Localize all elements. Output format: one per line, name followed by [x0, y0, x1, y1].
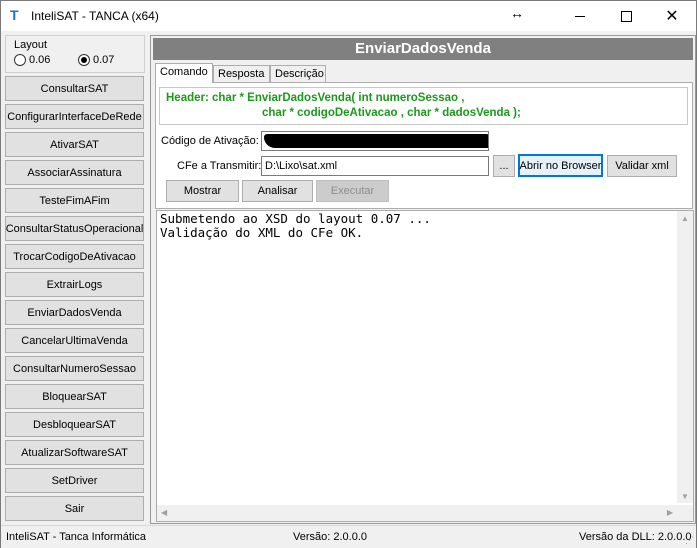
header-line-2: char * codigoDeAtivacao , char * dadosVe… — [262, 107, 521, 119]
radio-layout-007[interactable]: 0.07 — [78, 54, 114, 66]
tab-comando[interactable]: Comando — [155, 63, 213, 83]
size-grip-icon[interactable]: ⋰ — [685, 535, 694, 546]
scroll-up-icon[interactable]: ▲ — [681, 214, 689, 223]
configurar-interface-de-rede-button[interactable]: ConfigurarInterfaceDeRede — [5, 104, 144, 129]
minimize-icon — [575, 15, 585, 17]
consultar-status-operacional-button[interactable]: ConsultarStatusOperacional — [5, 216, 144, 241]
layout-label: Layout — [14, 39, 48, 51]
command-panel: EnviarDadosVenda Comando Resposta Descri… — [150, 35, 696, 524]
layout-group: Layout 0.06 0.07 — [5, 35, 145, 73]
trocar-codigo-de-ativacao-button[interactable]: TrocarCodigoDeAtivacao — [5, 244, 144, 269]
output-line-1: Submetendo ao XSD do layout 0.07 ... — [160, 211, 431, 226]
codigo-ativacao-label: Código de Ativação: — [161, 135, 259, 147]
radio-layout-006[interactable]: 0.06 — [14, 54, 50, 66]
cancelar-ultima-venda-button[interactable]: CancelarUltimaVenda — [5, 328, 144, 353]
radio-006-icon — [14, 54, 26, 66]
ativar-sat-button[interactable]: AtivarSAT — [5, 132, 144, 157]
horizontal-scrollbar[interactable]: ◀ ▶ — [157, 505, 677, 521]
tab-page-comando: Header: char * EnviarDadosVenda( int num… — [155, 82, 693, 209]
radio-007-icon — [78, 54, 90, 66]
set-driver-button[interactable]: SetDriver — [5, 468, 144, 493]
output-line-2: Validação do XML do CFe OK. — [160, 225, 364, 240]
abrir-no-browser-button[interactable]: Abrir no Browser — [518, 154, 603, 177]
scroll-corner — [677, 505, 693, 521]
close-button[interactable]: ✕ — [649, 1, 695, 31]
associar-assinatura-button[interactable]: AssociarAssinatura — [5, 160, 144, 185]
scroll-right-icon[interactable]: ▶ — [667, 508, 673, 517]
extrair-logs-button[interactable]: ExtrairLogs — [5, 272, 144, 297]
mostrar-button[interactable]: Mostrar — [166, 180, 239, 202]
minimize-button[interactable] — [557, 1, 603, 31]
vertical-scrollbar[interactable]: ▲ ▼ — [677, 211, 693, 503]
header-line-1: Header: char * EnviarDadosVenda( int num… — [166, 92, 465, 104]
main-window: T InteliSAT - TANCA (x64) ↔ ✕ Layout 0.0… — [0, 0, 697, 548]
redacted-value — [264, 134, 488, 148]
bloquear-sat-button[interactable]: BloquearSAT — [5, 384, 144, 409]
cfe-transmitir-label: CFe a Transmitir: — [177, 160, 262, 172]
cfe-transmitir-input[interactable]: D:\Lixo\sat.xml — [261, 156, 489, 176]
tab-descricao[interactable]: Descrição — [270, 65, 326, 82]
consultar-numero-sessao-button[interactable]: ConsultarNumeroSessao — [5, 356, 144, 381]
enviar-dados-venda-button[interactable]: EnviarDadosVenda — [5, 300, 144, 325]
maximize-button[interactable] — [603, 1, 649, 31]
window-title: InteliSAT - TANCA (x64) — [31, 9, 159, 23]
status-dll-version: Versão da DLL: 2.0.0.0 — [579, 531, 692, 543]
atualizar-software-sat-button[interactable]: AtualizarSoftwareSAT — [5, 440, 144, 465]
status-version: Versão: 2.0.0.0 — [293, 531, 367, 543]
teste-fim-a-fim-button[interactable]: TesteFimAFim — [5, 188, 144, 213]
desbloquear-sat-button[interactable]: DesbloquearSAT — [5, 412, 144, 437]
app-icon: T — [10, 7, 19, 23]
header-signature-box: Header: char * EnviarDadosVenda( int num… — [159, 87, 688, 125]
title-bar[interactable]: T InteliSAT - TANCA (x64) ↔ ✕ — [1, 1, 696, 31]
sair-button[interactable]: Sair — [5, 496, 144, 521]
scroll-left-icon[interactable]: ◀ — [161, 508, 167, 517]
radio-007-label: 0.07 — [93, 54, 115, 66]
validar-xml-button[interactable]: Validar xml — [607, 155, 677, 177]
close-icon: ✕ — [665, 8, 679, 25]
resize-arrows-icon: ↔ — [510, 5, 524, 21]
codigo-ativacao-input[interactable] — [261, 131, 489, 151]
tab-resposta[interactable]: Resposta — [213, 65, 270, 82]
output-textarea[interactable]: Submetendo ao XSD do layout 0.07 ... Val… — [156, 210, 694, 522]
status-bar: InteliSAT - Tanca Informática Versão: 2.… — [1, 525, 696, 548]
analisar-button[interactable]: Analisar — [242, 180, 313, 202]
browse-button[interactable]: ... — [493, 155, 515, 177]
radio-006-label: 0.06 — [29, 54, 51, 66]
panel-title: EnviarDadosVenda — [153, 38, 693, 60]
maximize-icon — [620, 10, 632, 22]
consultar-sat-button[interactable]: ConsultarSAT — [5, 76, 144, 101]
scroll-down-icon[interactable]: ▼ — [681, 492, 689, 501]
status-app-name: InteliSAT - Tanca Informática — [6, 531, 147, 543]
executar-button: Executar — [316, 180, 389, 202]
